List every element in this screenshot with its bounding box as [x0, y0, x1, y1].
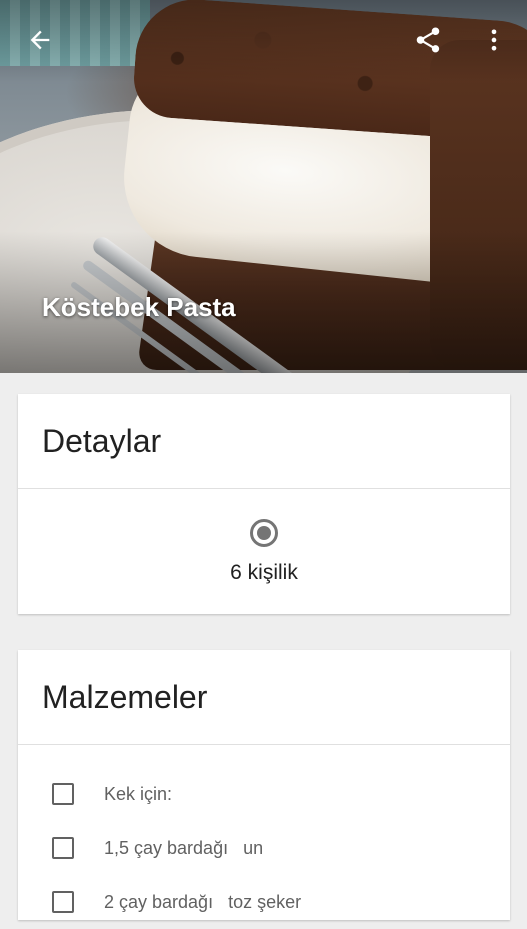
ingredient-label: 1,5 çay bardağı un	[104, 837, 264, 858]
ingredient-label: 2 çay bardağı toz şeker	[104, 891, 302, 912]
servings-text: 6 kişilik	[230, 561, 298, 584]
share-icon	[416, 27, 440, 53]
back-button[interactable]	[18, 18, 62, 62]
ingredient-item[interactable]: 2 çay bardağı toz şeker	[18, 875, 510, 929]
ingredient-item[interactable]: 1,5 çay bardağı un	[18, 821, 510, 875]
ingredients-list: Kek için: 1,5 çay bardağı un 2 çay barda…	[18, 745, 510, 929]
header-image: Köstebek Pasta	[0, 0, 527, 373]
details-card-title: Detaylar	[42, 422, 162, 459]
share-button[interactable]	[406, 18, 450, 62]
ingredients-card-header: Malzemeler	[18, 650, 510, 745]
radio-icon	[250, 519, 278, 547]
ingredients-card: Malzemeler Kek için: 1,5 çay bardağı un …	[18, 650, 510, 920]
ingredients-card-title: Malzemeler	[42, 678, 208, 715]
details-card-header: Detaylar	[18, 394, 510, 489]
details-card: Detaylar 6 kişilik	[18, 394, 510, 614]
more-vert-icon	[491, 29, 497, 51]
ingredient-item[interactable]: Kek için:	[18, 767, 510, 821]
ingredient-label: Kek için:	[104, 783, 173, 804]
servings-section: 6 kişilik	[18, 489, 510, 615]
ingredient-checkbox[interactable]	[52, 837, 74, 859]
ingredient-checkbox[interactable]	[52, 891, 74, 913]
arrow-back-icon	[30, 30, 50, 50]
ingredient-checkbox[interactable]	[52, 783, 74, 805]
more-options-button[interactable]	[472, 18, 516, 62]
recipe-title: Köstebek Pasta	[42, 292, 236, 322]
